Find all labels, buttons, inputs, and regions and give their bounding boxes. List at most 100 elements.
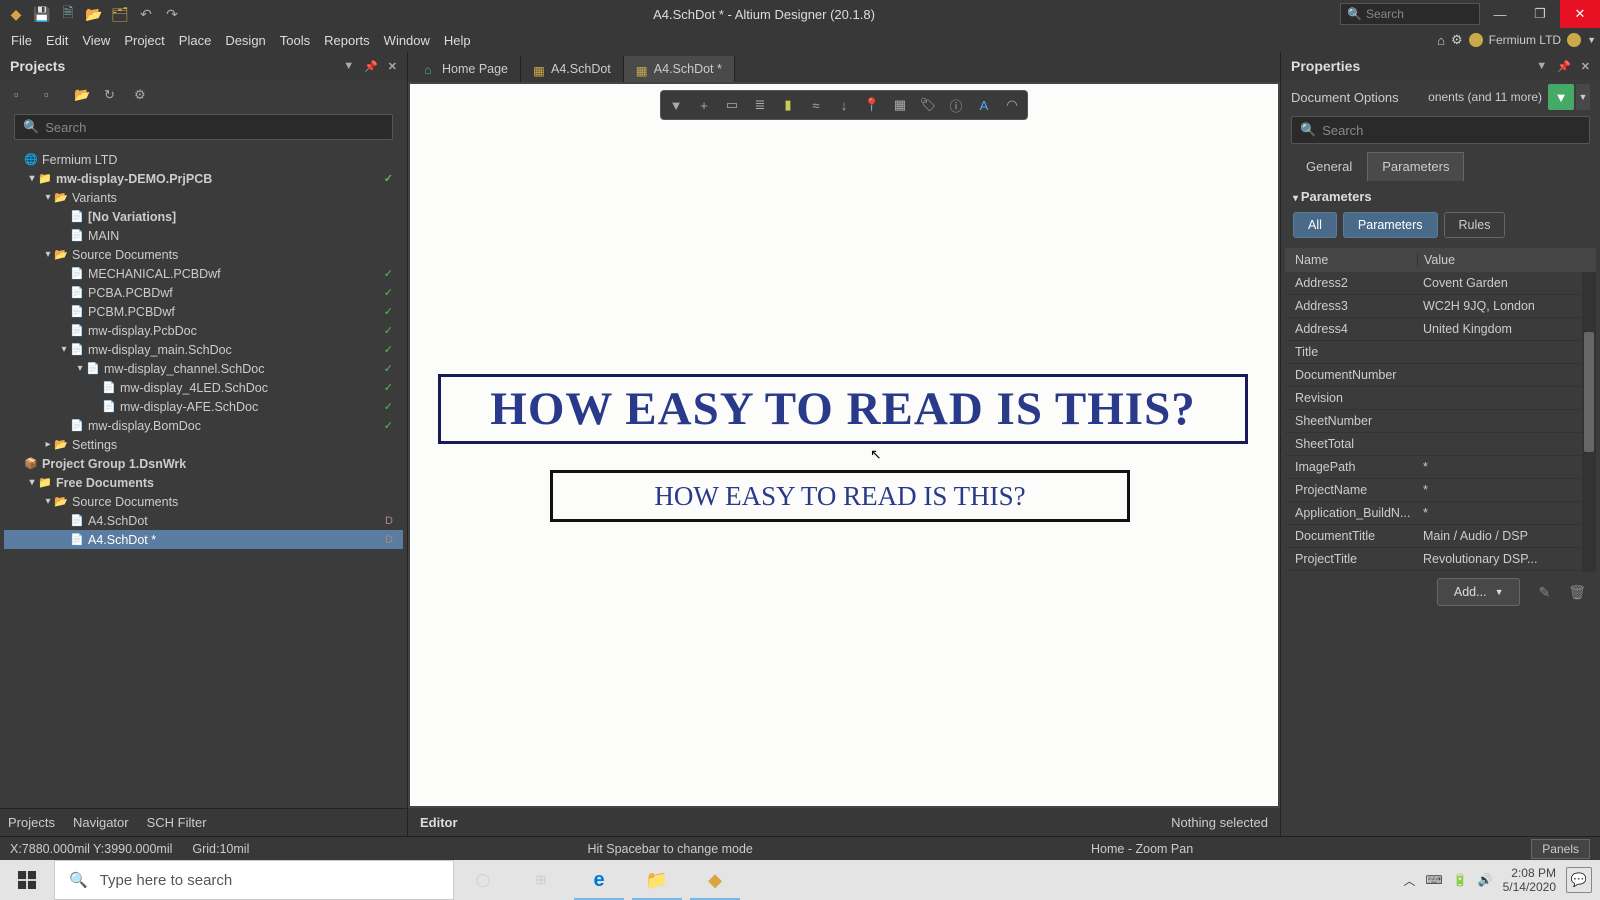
cortana-icon[interactable]: ◯ xyxy=(454,860,512,900)
save-icon[interactable]: 💾 xyxy=(34,6,50,22)
projects-tree[interactable]: 🌐Fermium LTD▾📁mw-display-DEMO.PrjPCB✓▾📂V… xyxy=(0,144,407,808)
taskview-icon[interactable]: ⊞ xyxy=(512,860,570,900)
doc-tab[interactable]: ▦A4.SchDot xyxy=(521,56,624,82)
redo-icon[interactable]: ↷ xyxy=(164,6,180,22)
properties-search[interactable]: 🔍 Search xyxy=(1291,116,1590,144)
chip-rules[interactable]: Rules xyxy=(1444,212,1506,238)
tree-item[interactable]: ▸📂Settings xyxy=(4,435,403,454)
tab-parameters[interactable]: Parameters xyxy=(1367,152,1464,181)
expand-icon[interactable]: ▾ xyxy=(26,477,38,488)
panel-pin-icon[interactable]: 📌 xyxy=(1557,60,1571,73)
tree-item[interactable]: 📄[No Variations] xyxy=(4,207,403,226)
menu-tools[interactable]: Tools xyxy=(273,31,317,50)
tree-item[interactable]: ▾📂Source Documents xyxy=(4,492,403,511)
expand-icon[interactable]: ▾ xyxy=(42,192,54,203)
close-button[interactable]: ✕ xyxy=(1560,0,1600,28)
expand-icon[interactable]: ▾ xyxy=(58,344,70,355)
explorer-icon[interactable]: 📁 xyxy=(628,860,686,900)
proj-tool-4-icon[interactable]: ↻ xyxy=(104,87,120,103)
tree-item[interactable]: ▾📄mw-display_channel.SchDoc✓ xyxy=(4,359,403,378)
tree-item[interactable]: 📄mw-display.PcbDoc✓ xyxy=(4,321,403,340)
grid-row[interactable]: DocumentTitleMain / Audio / DSP xyxy=(1285,525,1596,548)
tree-item[interactable]: 📄mw-display.BomDoc✓ xyxy=(4,416,403,435)
expand-icon[interactable]: ▾ xyxy=(74,363,86,374)
parameters-section-header[interactable]: Parameters xyxy=(1281,181,1600,212)
grid-row[interactable]: Address2Covent Garden xyxy=(1285,272,1596,295)
tree-item[interactable]: 🌐Fermium LTD xyxy=(4,150,403,169)
doc-tab[interactable]: ▦A4.SchDot * xyxy=(624,56,735,82)
tree-item[interactable]: 📄MAIN xyxy=(4,226,403,245)
filter-dropdown-icon[interactable]: ▼ xyxy=(1576,84,1590,110)
tray-keyboard-icon[interactable]: ⌨ xyxy=(1425,873,1442,887)
tree-item[interactable]: ▾📂Source Documents xyxy=(4,245,403,264)
account-label[interactable]: Fermium LTD xyxy=(1489,33,1561,47)
menu-place[interactable]: Place xyxy=(172,31,219,50)
properties-context[interactable]: Document Options xyxy=(1291,90,1399,105)
expand-icon[interactable]: ▾ xyxy=(42,249,54,260)
titlebar-search[interactable]: 🔍 Search xyxy=(1340,3,1480,25)
panel-close-icon[interactable]: ✕ xyxy=(388,60,397,73)
start-button[interactable] xyxy=(0,860,54,900)
grid-row[interactable]: Title xyxy=(1285,341,1596,364)
grid-row[interactable]: Address3WC2H 9JQ, London xyxy=(1285,295,1596,318)
canvas[interactable]: ▼+▭≣▮≈↓📍▦🏷ⓘA◠ HOW EASY TO READ IS THIS? … xyxy=(410,84,1278,806)
menu-reports[interactable]: Reports xyxy=(317,31,377,50)
expand-icon[interactable]: ▾ xyxy=(26,173,38,184)
tray-chevron-icon[interactable]: ︿ xyxy=(1403,872,1415,889)
stack-icon[interactable]: 🗂 xyxy=(112,6,128,22)
proj-tool-2-icon[interactable]: ▫ xyxy=(44,87,60,103)
tree-item[interactable]: 📄mw-display-AFE.SchDoc✓ xyxy=(4,397,403,416)
menu-project[interactable]: Project xyxy=(117,31,171,50)
home-icon[interactable]: ⌂ xyxy=(1437,33,1445,48)
properties-more[interactable]: onents (and 11 more) xyxy=(1428,90,1542,104)
undo-icon[interactable]: ↶ xyxy=(138,6,154,22)
taskbar-search[interactable]: 🔍 Type here to search xyxy=(54,860,454,900)
grid-header-name[interactable]: Name xyxy=(1285,253,1417,267)
panel-pin-icon[interactable]: 📌 xyxy=(364,60,378,73)
tree-item[interactable]: 📄A4.SchDotD xyxy=(4,511,403,530)
scrollbar-thumb[interactable] xyxy=(1584,332,1594,452)
filter-button[interactable]: ▼ xyxy=(1548,84,1574,110)
account-avatar-icon[interactable] xyxy=(1567,33,1581,47)
chip-all[interactable]: All xyxy=(1293,212,1337,238)
menu-help[interactable]: Help xyxy=(437,31,478,50)
grid-row[interactable]: SheetNumber xyxy=(1285,410,1596,433)
grid-body[interactable]: Address2Covent GardenAddress3WC2H 9JQ, L… xyxy=(1285,272,1596,571)
chip-parameters[interactable]: Parameters xyxy=(1343,212,1438,238)
proj-tool-1-icon[interactable]: ▫ xyxy=(14,87,30,103)
tray-volume-icon[interactable]: 🔊 xyxy=(1478,873,1493,887)
proj-tool-3-icon[interactable]: 📂 xyxy=(74,87,90,103)
notifications-icon[interactable]: 💬 xyxy=(1566,867,1592,893)
grid-row[interactable]: Address4United Kingdom xyxy=(1285,318,1596,341)
panel-dropdown-icon[interactable]: ▼ xyxy=(343,60,354,73)
grid-row[interactable]: Revision xyxy=(1285,387,1596,410)
account-chevron-icon[interactable]: ▼ xyxy=(1587,35,1596,45)
tree-item[interactable]: 📄MECHANICAL.PCBDwf✓ xyxy=(4,264,403,283)
tree-item[interactable]: ▾📁Free Documents xyxy=(4,473,403,492)
gear-icon[interactable]: ⚙ xyxy=(1451,32,1463,48)
altium-icon[interactable]: ◆ xyxy=(686,860,744,900)
bottom-tab-sch-filter[interactable]: SCH Filter xyxy=(147,815,207,830)
tree-item[interactable]: 📦Project Group 1.DsnWrk xyxy=(4,454,403,473)
globe-icon[interactable] xyxy=(1469,33,1483,47)
maximize-button[interactable]: ❐ xyxy=(1520,0,1560,28)
tree-item[interactable]: 📄PCBA.PCBDwf✓ xyxy=(4,283,403,302)
tray-battery-icon[interactable]: 🔋 xyxy=(1453,873,1468,887)
menu-design[interactable]: Design xyxy=(218,31,272,50)
grid-row[interactable]: ProjectTitleRevolutionary DSP... xyxy=(1285,548,1596,571)
tree-item[interactable]: 📄A4.SchDot *D xyxy=(4,530,403,549)
tree-item[interactable]: 📄PCBM.PCBDwf✓ xyxy=(4,302,403,321)
tree-item[interactable]: ▾📁mw-display-DEMO.PrjPCB✓ xyxy=(4,169,403,188)
big-text-frame[interactable]: HOW EASY TO READ IS THIS? xyxy=(438,374,1248,444)
grid-row[interactable]: DocumentNumber xyxy=(1285,364,1596,387)
editor-footer-label[interactable]: Editor xyxy=(420,815,458,830)
grid-row[interactable]: Application_BuildN...* xyxy=(1285,502,1596,525)
small-text-frame[interactable]: HOW EASY TO READ IS THIS? xyxy=(550,470,1130,522)
bottom-tab-projects[interactable]: Projects xyxy=(8,815,55,830)
grid-row[interactable]: ImagePath* xyxy=(1285,456,1596,479)
menu-view[interactable]: View xyxy=(75,31,117,50)
grid-scrollbar[interactable] xyxy=(1582,272,1596,572)
grid-row[interactable]: SheetTotal xyxy=(1285,433,1596,456)
delete-icon[interactable]: 🗑 xyxy=(1568,584,1586,601)
minimize-button[interactable]: — xyxy=(1480,0,1520,28)
